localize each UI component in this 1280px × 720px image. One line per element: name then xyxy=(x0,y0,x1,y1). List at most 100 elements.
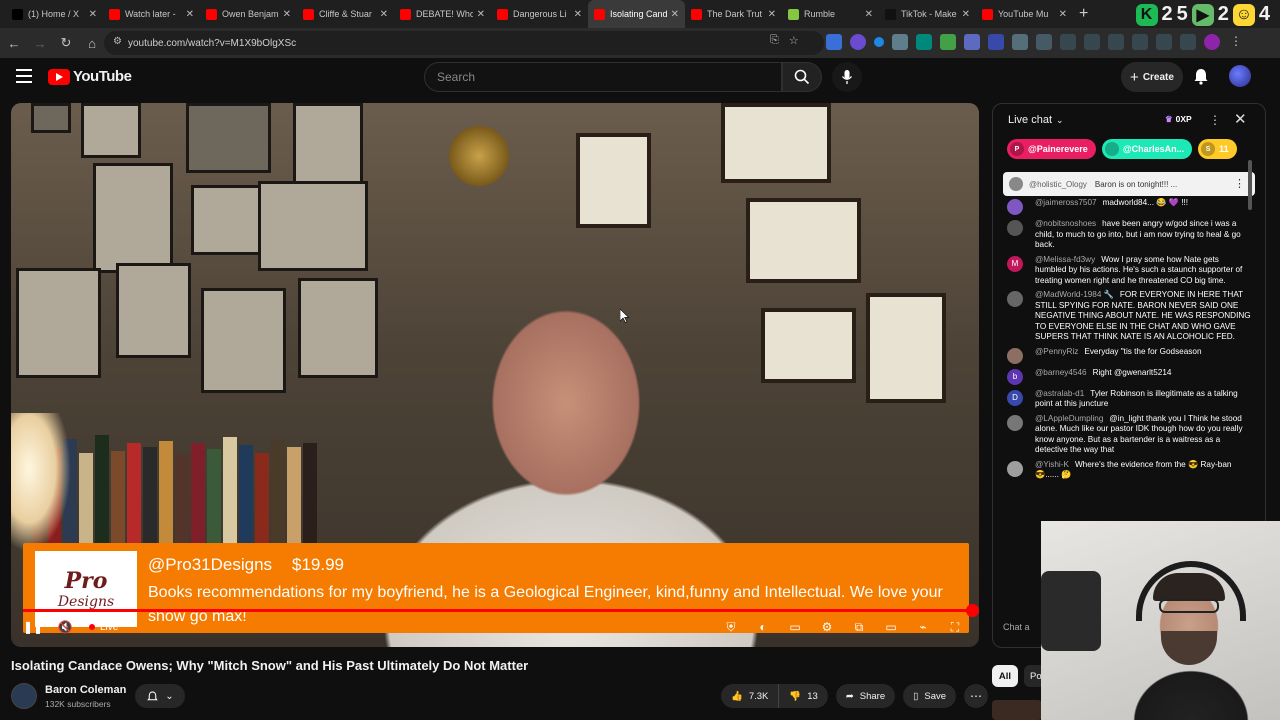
account-avatar[interactable] xyxy=(1229,65,1251,87)
voice-search-button[interactable] xyxy=(832,62,862,92)
captions-icon[interactable]: ▭ xyxy=(787,620,803,634)
extension-icon[interactable] xyxy=(1132,34,1148,50)
chip-all[interactable]: All xyxy=(992,665,1018,687)
ticker-item[interactable]: @CharlesAn... xyxy=(1101,139,1193,159)
chat-message[interactable]: @LAppleDumpling @in_light thank you I Thi… xyxy=(993,414,1261,456)
dislike-button[interactable]: 👎 13 xyxy=(779,684,828,708)
extension-icon[interactable] xyxy=(1180,34,1196,50)
extension-icon[interactable] xyxy=(826,34,842,50)
history-icon[interactable] xyxy=(1060,34,1076,50)
extension-icon[interactable] xyxy=(1084,34,1100,50)
fullscreen-icon[interactable]: ⛶ xyxy=(947,620,963,634)
chat-menu-icon[interactable]: ⋮ xyxy=(1209,113,1221,127)
chat-input[interactable]: Chat a xyxy=(1003,622,1030,632)
profile-icon[interactable] xyxy=(1204,34,1220,50)
puzzle-icon[interactable] xyxy=(1012,34,1028,50)
progress-bar[interactable] xyxy=(23,604,979,617)
pinned-menu-icon[interactable]: ⋮ xyxy=(1234,177,1245,190)
browser-tab[interactable]: (1) Home / X ✕ xyxy=(6,0,103,28)
browser-tab[interactable]: Cliffe & Stuar ✕ xyxy=(297,0,394,28)
save-button[interactable]: ▯ Save xyxy=(903,684,957,708)
chat-author[interactable]: @astralab-d1 xyxy=(1035,389,1084,398)
k-extension-icon[interactable]: K xyxy=(1135,3,1158,26)
install-icon[interactable]: ⎘ xyxy=(770,34,779,47)
back-icon[interactable]: ← xyxy=(2,31,26,55)
play-extension-icon[interactable]: ▶ xyxy=(1191,3,1214,26)
tab-close-icon[interactable]: ✕ xyxy=(477,9,485,20)
browser-tab[interactable]: The Dark Trut ✕ xyxy=(685,0,782,28)
recommendation-thumbnail[interactable] xyxy=(992,700,1042,720)
devtools-icon[interactable] xyxy=(1108,34,1124,50)
browser-tab[interactable]: Isolating Cand ✕ xyxy=(588,0,685,28)
like-button[interactable]: 👍 7.3K xyxy=(721,684,780,708)
chat-message[interactable]: @nobitsnoshoes have been angry w/god sinc… xyxy=(993,219,1261,251)
video-player[interactable]: Pro Designs @Pro31Designs $19.99 Books r… xyxy=(11,103,979,647)
tab-close-icon[interactable]: ✕ xyxy=(768,9,776,20)
extension-icon[interactable] xyxy=(874,37,884,47)
chat-author[interactable]: @barney4546 xyxy=(1035,368,1087,377)
search-button[interactable] xyxy=(782,62,822,92)
chat-author[interactable]: @LAppleDumpling xyxy=(1035,414,1103,423)
reload-icon[interactable]: ↻ xyxy=(54,31,78,55)
tab-close-icon[interactable]: ✕ xyxy=(574,9,582,20)
live-badge[interactable]: Live xyxy=(89,622,118,633)
chat-message[interactable]: D @astralab-d1 Tyler Robinson is illegitim… xyxy=(993,389,1261,410)
more-actions-button[interactable]: ⋯ xyxy=(964,684,989,708)
tab-close-icon[interactable]: ✕ xyxy=(671,9,679,20)
tab-close-icon[interactable]: ✕ xyxy=(865,9,873,20)
chat-author[interactable]: @PennyRiz xyxy=(1035,347,1078,356)
browser-tab[interactable]: Owen Benjam ✕ xyxy=(200,0,297,28)
chat-message[interactable]: @PennyRiz Everyday "tis the for Godseason xyxy=(993,347,1261,364)
settings-gear-icon[interactable]: ⚙ xyxy=(819,620,835,634)
miniplayer-icon[interactable]: ⧉ xyxy=(851,620,867,634)
forward-icon[interactable]: → xyxy=(28,31,52,55)
extension-icon[interactable] xyxy=(850,34,866,50)
shield-icon[interactable]: ⛨ xyxy=(723,620,739,634)
chat-message[interactable]: b @barney4546 Right @gwenarlt5214 xyxy=(993,368,1261,385)
extension-icon[interactable] xyxy=(892,34,908,50)
site-info-icon[interactable]: ⚙ xyxy=(113,36,122,47)
new-tab-button[interactable]: + xyxy=(1079,5,1088,23)
browser-tab[interactable]: YouTube Mu ✕ xyxy=(976,0,1073,28)
pause-icon[interactable]: ❚❚ xyxy=(23,620,43,634)
extension-icon[interactable] xyxy=(988,34,1004,50)
tab-close-icon[interactable]: ✕ xyxy=(962,9,970,20)
glasses-extension-icon[interactable]: ☺ xyxy=(1232,3,1255,26)
channel-avatar[interactable] xyxy=(11,683,37,709)
hamburger-menu-icon[interactable] xyxy=(16,69,32,83)
chat-author[interactable]: @Yishi-K xyxy=(1035,460,1069,469)
extension-icon[interactable] xyxy=(940,34,956,50)
browser-tab[interactable]: Watch later - ✕ xyxy=(103,0,200,28)
bookmark-star-icon[interactable]: ☆ xyxy=(789,34,799,47)
pinned-message[interactable]: @holistic_Ology Baron is on tonight!!! .… xyxy=(1003,172,1255,196)
ticker-item[interactable]: S 11 xyxy=(1198,139,1237,159)
search-input[interactable]: Search xyxy=(424,62,782,92)
extension-icon[interactable] xyxy=(916,34,932,50)
chat-author[interactable]: @jaimeross7507 xyxy=(1035,198,1097,207)
chat-message[interactable]: @MadWorld-1984 🔧 FOR EVERYONE IN HERE THA… xyxy=(993,290,1261,343)
close-icon[interactable]: ✕ xyxy=(1234,110,1247,128)
tab-close-icon[interactable]: ✕ xyxy=(89,9,97,20)
youtube-logo[interactable]: YouTube xyxy=(48,68,132,85)
browser-tab[interactable]: TikTok - Make ✕ xyxy=(879,0,976,28)
browser-tab[interactable]: Dangerous Li ✕ xyxy=(491,0,588,28)
tab-close-icon[interactable]: ✕ xyxy=(186,9,194,20)
create-button[interactable]: + Create xyxy=(1121,62,1183,92)
channel-name[interactable]: Baron Coleman xyxy=(45,684,126,696)
tab-close-icon[interactable]: ✕ xyxy=(1059,9,1067,20)
volume-muted-icon[interactable]: 🔇 xyxy=(57,620,73,634)
tab-close-icon[interactable]: ✕ xyxy=(380,9,388,20)
chat-message[interactable]: @Yishi-K Where's the evidence from the 😎 … xyxy=(993,460,1261,481)
cast-icon[interactable]: ⌁ xyxy=(915,620,931,634)
chat-author[interactable]: @MadWorld-1984 🔧 xyxy=(1035,290,1114,299)
theater-mode-icon[interactable]: ▭ xyxy=(883,620,899,634)
browser-tab[interactable]: DEBATE! Who ✕ xyxy=(394,0,491,28)
chat-author[interactable]: @Melissa-fd3wy xyxy=(1035,255,1095,264)
progress-scrubber[interactable] xyxy=(966,604,979,617)
share-button[interactable]: ➦ Share xyxy=(835,684,896,708)
ticker-item[interactable]: P @Painerevere xyxy=(1007,139,1096,159)
extension-icon[interactable] xyxy=(964,34,980,50)
chat-message[interactable]: M @Melissa-fd3wy Wow I pray some how Nate … xyxy=(993,255,1261,287)
notifications-bell-icon[interactable] xyxy=(1191,66,1211,86)
address-bar[interactable]: ⚙ youtube.com/watch?v=M1X9bOlgXSc xyxy=(104,31,824,55)
